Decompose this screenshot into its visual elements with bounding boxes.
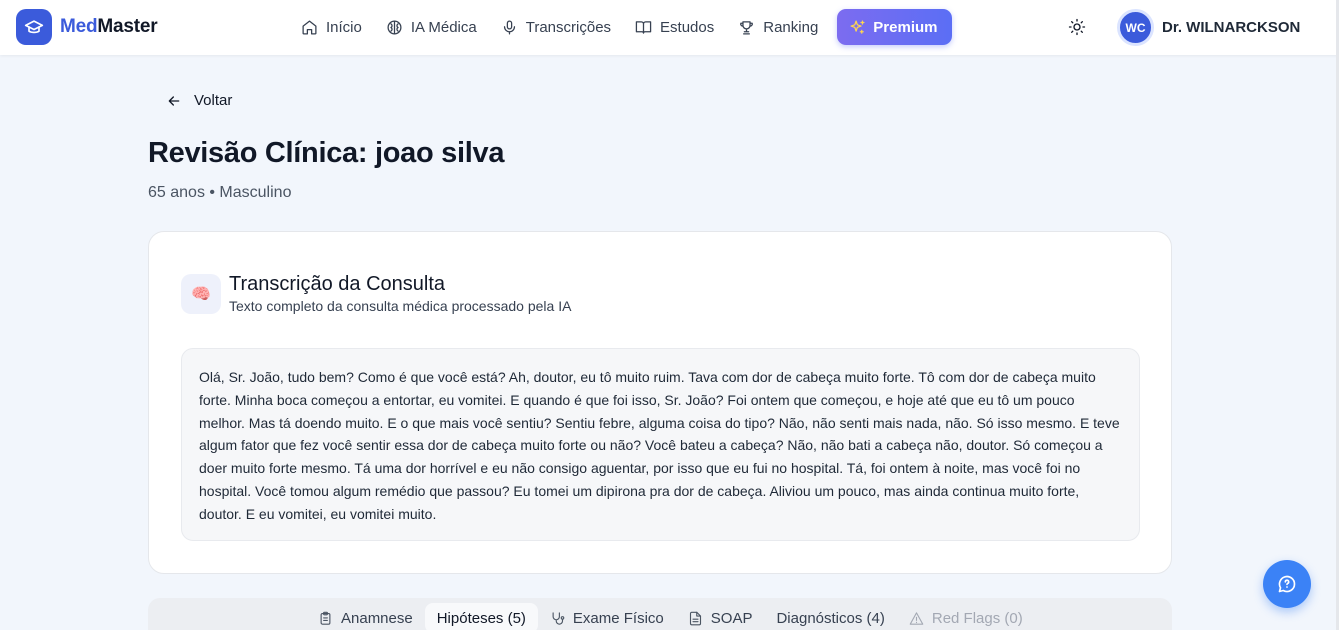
nav-item-estudos[interactable]: Estudos <box>623 9 726 45</box>
trophy-icon <box>740 20 754 35</box>
tab-diagnosticos[interactable]: Diagnósticos (4) <box>764 603 896 630</box>
nav-item-label: IA Médica <box>410 18 477 36</box>
tab-label: SOAP <box>710 609 753 627</box>
user-name: Dr. WILNARCKSON <box>1162 19 1301 36</box>
graduation-cap-icon <box>16 9 52 45</box>
nav-item-label: Estudos <box>660 18 715 36</box>
avatar: WC <box>1117 9 1154 46</box>
tab-exame-fisico[interactable]: Exame Físico <box>538 603 676 630</box>
book-icon <box>635 20 652 34</box>
patient-info: 65 anos • Masculino <box>148 184 292 201</box>
top-navbar: MedMaster Início IA Médica Transcrições … <box>0 0 1339 55</box>
nav-item-label: Ranking <box>763 18 819 36</box>
chat-support-button[interactable] <box>1263 560 1311 608</box>
tab-red-flags[interactable]: Red Flags (0) <box>897 603 1035 630</box>
microphone-icon <box>503 19 515 35</box>
sun-icon <box>1068 18 1086 36</box>
premium-label: Premium <box>873 18 938 36</box>
brand-name: MedMaster <box>60 16 158 37</box>
brand-logo[interactable]: MedMaster <box>16 9 158 45</box>
transcription-card: 🧠 Transcrição da Consulta Texto completo… <box>148 231 1172 574</box>
premium-button[interactable]: Premium <box>837 9 952 45</box>
back-button[interactable]: Voltar <box>162 88 236 113</box>
user-menu[interactable]: WC Dr. WILNARCKSON <box>1117 9 1300 46</box>
tab-anamnese[interactable]: Anamnese <box>306 603 425 630</box>
chat-help-icon <box>1278 575 1296 593</box>
card-title: Transcrição da Consulta <box>229 273 446 295</box>
brain-icon: 🧠 <box>181 274 221 314</box>
warning-icon <box>909 611 924 625</box>
brain-icon <box>387 19 402 35</box>
tab-label: Diagnósticos (4) <box>776 609 885 627</box>
theme-toggle-button[interactable] <box>1065 15 1089 39</box>
tab-label: Hipóteses (5) <box>436 609 526 627</box>
nav-item-label: Início <box>326 18 362 36</box>
arrow-left-icon <box>168 95 180 106</box>
back-label: Voltar <box>194 92 233 109</box>
nav-item-transcricoes[interactable]: Transcrições <box>489 9 623 45</box>
nav-item-inicio[interactable]: Início <box>289 9 374 45</box>
sparkles-icon <box>850 19 865 34</box>
nav-item-label: Transcrições <box>525 18 612 36</box>
document-icon <box>689 611 701 625</box>
card-description: Texto completo da consulta médica proces… <box>229 298 572 314</box>
tab-soap[interactable]: SOAP <box>676 603 765 630</box>
main-nav: Início IA Médica Transcrições Estudos Ra… <box>289 9 952 45</box>
review-tabs: Anamnese Hipóteses (5) Exame Físico SOAP… <box>148 598 1172 630</box>
page-title: Revisão Clínica: joao silva <box>148 137 505 169</box>
tab-hipoteses[interactable]: Hipóteses (5) <box>424 603 538 630</box>
tab-label: Exame Físico <box>572 609 664 627</box>
tab-label: Red Flags (0) <box>931 609 1023 627</box>
nav-item-ranking[interactable]: Ranking <box>726 9 830 45</box>
home-icon <box>302 19 317 35</box>
stethoscope-icon <box>552 611 565 625</box>
tab-label: Anamnese <box>341 609 413 627</box>
clipboard-icon <box>320 611 331 625</box>
transcription-text: Olá, Sr. João, tudo bem? Como é que você… <box>181 348 1140 541</box>
nav-item-ia-medica[interactable]: IA Médica <box>374 9 489 45</box>
